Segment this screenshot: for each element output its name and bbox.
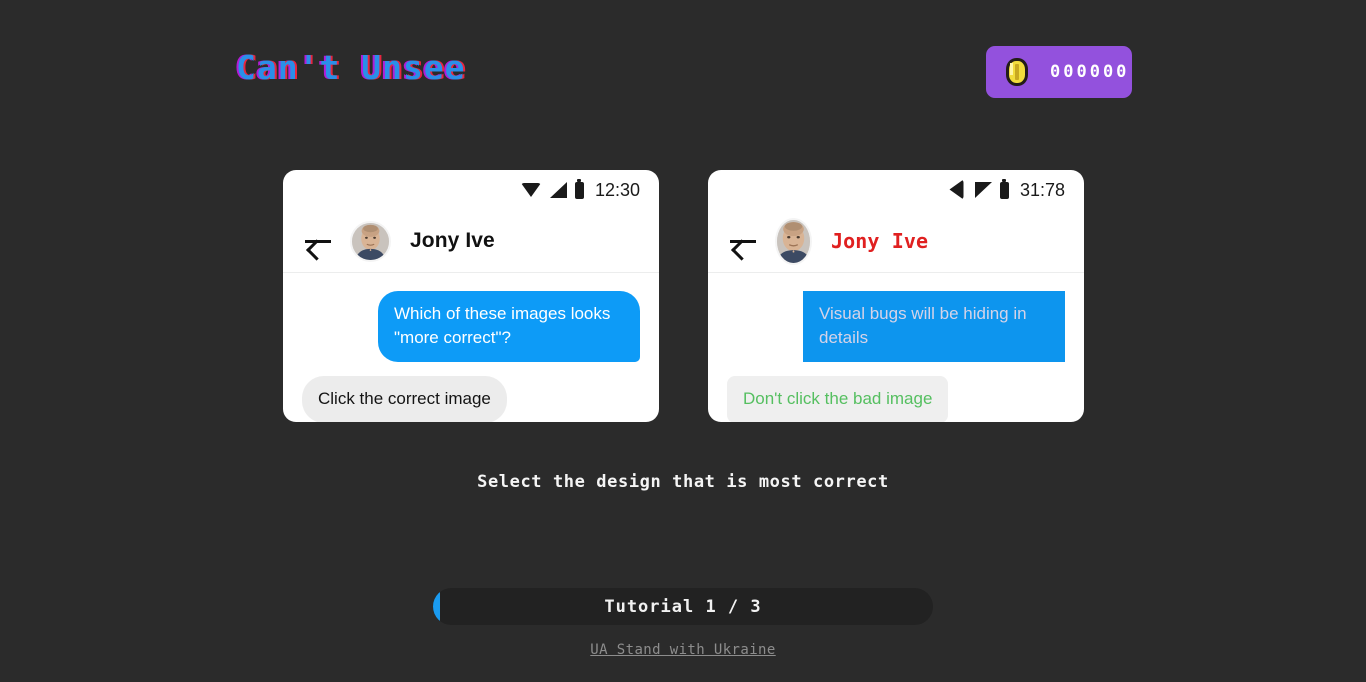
contact-avatar [350, 220, 391, 262]
comparison-cards: 12:30 Jony Ive Which of these images loo… [283, 170, 1084, 422]
message-bubble-incoming: Don't click the bad image [727, 376, 949, 422]
back-arrow-icon[interactable] [730, 231, 756, 251]
signal-bars-icon [549, 182, 567, 198]
message-bubble-incoming: Click the correct image [302, 376, 507, 422]
message-row: Click the correct image [302, 362, 640, 422]
signal-bars-icon-flipped [974, 182, 992, 198]
wifi-icon [520, 182, 542, 198]
progress-bar-label: Tutorial 1 / 3 [604, 596, 762, 617]
message-list-left: Which of these images looks "more correc… [283, 273, 659, 422]
back-arrow-icon[interactable] [305, 231, 331, 251]
app-logo[interactable]: Can't Unsee [236, 48, 466, 87]
message-row: Visual bugs will be hiding in details [727, 291, 1065, 362]
status-bar-time: 12:30 [594, 179, 640, 200]
chat-header-right: Jony Ive [708, 210, 1084, 273]
gold-coin-icon [1006, 58, 1028, 86]
message-bubble-outgoing: Which of these images looks "more correc… [378, 291, 640, 362]
phone-status-bar-right: 31:78 [708, 170, 1084, 210]
message-row: Which of these images looks "more correc… [302, 291, 640, 362]
contact-name: Jony Ive [410, 229, 495, 252]
message-bubble-outgoing: Visual bugs will be hiding in details [803, 291, 1065, 362]
phone-status-bar-left: 12:30 [283, 170, 659, 210]
chat-header-left: Jony Ive [283, 210, 659, 273]
progress-bar: Tutorial 1 / 3 [433, 588, 933, 625]
status-bar-time: 31:78 [1019, 179, 1065, 200]
footer: UA Stand with Ukraine [0, 641, 1366, 659]
coin-badge[interactable]: 000000 [986, 46, 1132, 98]
option-card-right[interactable]: 31:78 Jony Ive Visual bugs will be hidin… [708, 170, 1084, 422]
message-row: Don't click the bad image [727, 362, 1065, 422]
message-list-right: Visual bugs will be hiding in details Do… [708, 273, 1084, 422]
stand-with-ukraine-link[interactable]: UA Stand with Ukraine [590, 642, 775, 658]
contact-avatar-ellipse [775, 217, 812, 265]
wifi-icon-rotated [948, 179, 964, 201]
prompt-text: Select the design that is most correct [477, 472, 889, 492]
battery-icon [999, 179, 1009, 199]
contact-name: Jony Ive [831, 229, 929, 253]
battery-icon [574, 179, 584, 199]
coin-count: 000000 [1050, 62, 1130, 82]
top-bar: Can't Unsee 000000 [0, 0, 1366, 145]
option-card-left[interactable]: 12:30 Jony Ive Which of these images loo… [283, 170, 659, 422]
